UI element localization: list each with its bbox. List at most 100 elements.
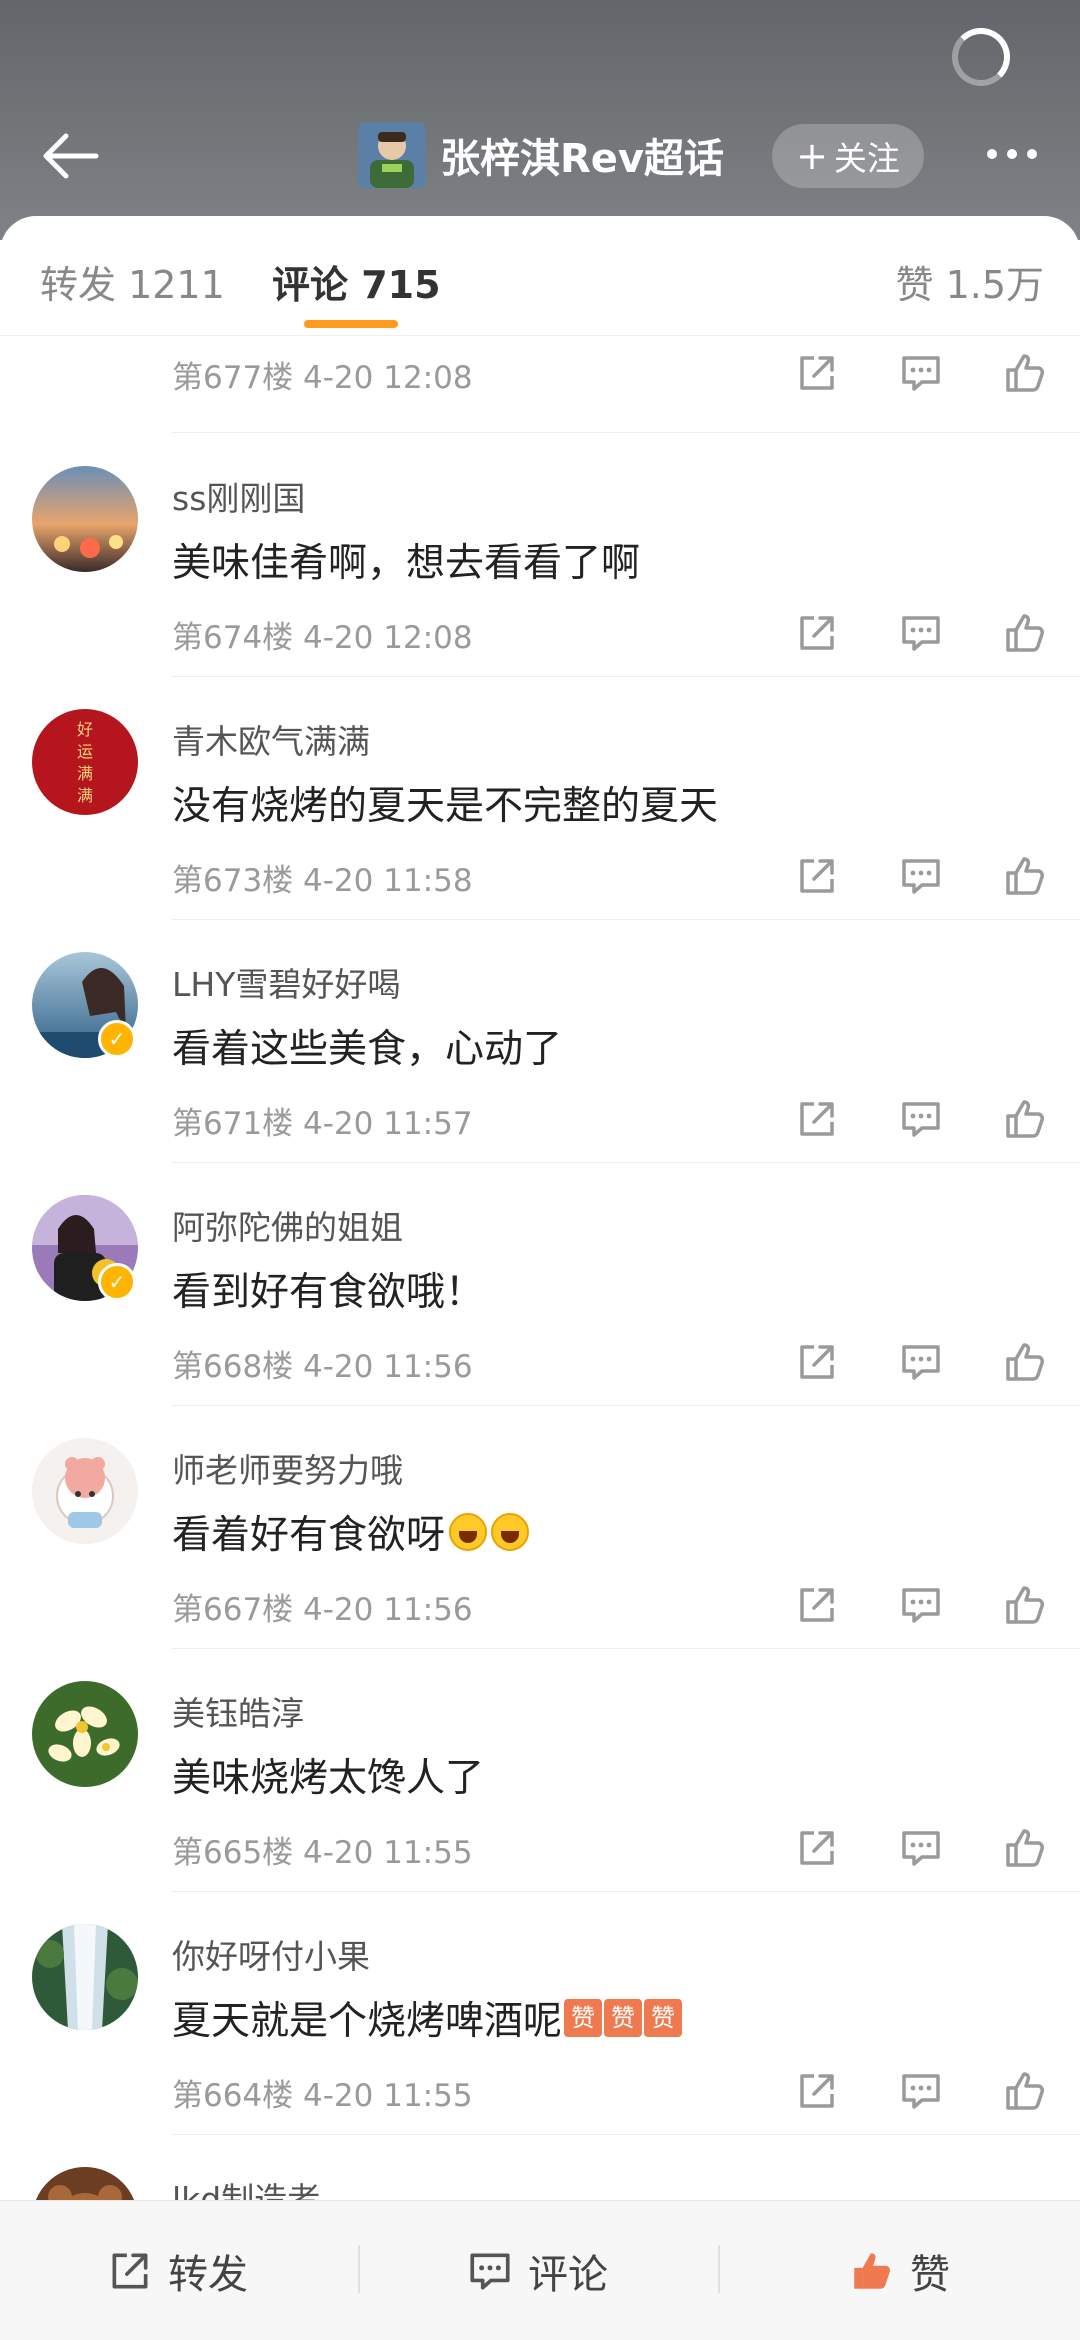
share-icon[interactable] (794, 350, 840, 396)
reply-icon[interactable] (898, 350, 944, 396)
top-bar: 张梓淇Rev超话 + 关注 (0, 110, 1080, 200)
bottom-action-bar: 转发 评论 赞 (0, 2200, 1080, 2340)
comment-actions (772, 2060, 1052, 2120)
thumbs-up-icon[interactable] (1002, 1339, 1048, 1385)
comment-actions (772, 1331, 1052, 1391)
avatar[interactable]: 好运满满 (32, 709, 138, 815)
share-icon[interactable] (794, 1825, 840, 1871)
thumbs-up-icon[interactable] (1002, 610, 1048, 656)
loading-spinner-icon (952, 28, 1010, 86)
share-icon[interactable] (794, 1339, 840, 1385)
more-dot-icon (1007, 149, 1017, 159)
comment-author[interactable]: 师老师要努力哦 (172, 1444, 403, 1492)
thumbs-up-icon[interactable] (1002, 1825, 1048, 1871)
comment-button[interactable]: 评论 (466, 2201, 1080, 2340)
topic-title-group[interactable]: 张梓淇Rev超话 (358, 122, 724, 188)
reply-icon[interactable] (898, 1339, 944, 1385)
comment-text-content: 看着好有食欲呀 (172, 1513, 446, 1558)
comment-actions (772, 845, 1052, 905)
thumbs-up-icon[interactable] (1002, 1582, 1048, 1628)
comment-floor-time: 第664楼 4-20 11:55 (172, 2078, 473, 2114)
comment-item: ss刚刚国 美味佳肴啊，想去看看了啊 第674楼 4-20 12:08 (0, 434, 1080, 677)
share-icon[interactable] (794, 2068, 840, 2114)
reply-icon[interactable] (898, 1582, 944, 1628)
tab-repost[interactable]: 转发 1211 (40, 254, 225, 309)
comment-author[interactable]: 阿弥陀佛的姐姐 (172, 1201, 403, 1249)
comment-actions (772, 602, 1052, 662)
comment-label: 评论 (528, 2252, 608, 2298)
share-icon[interactable] (794, 853, 840, 899)
comment-author[interactable]: ss刚刚国 (172, 472, 305, 520)
comment-text: 夏天就是个烧烤啤酒呢赞赞赞 (172, 1990, 683, 2046)
comment-item: 你好呀付小果 夏天就是个烧烤啤酒呢赞赞赞 第664楼 4-20 11:55 (0, 1892, 1080, 2135)
like-sticker: 赞 (564, 1999, 603, 2037)
svg-text:运: 运 (77, 742, 93, 761)
reply-icon[interactable] (898, 1825, 944, 1871)
comment-text: 美味烧烤太馋人了 (172, 1747, 484, 1803)
comment-actions (772, 342, 1052, 402)
comment-floor-time: 第667楼 4-20 11:56 (172, 1592, 473, 1628)
thumbs-up-icon[interactable] (1002, 350, 1048, 396)
comment-meta-row: 第664楼 4-20 11:55 (172, 2060, 1052, 2120)
thumbs-up-icon[interactable] (1002, 2068, 1048, 2114)
more-dot-icon (987, 149, 997, 159)
comment-text-content: 美味烧烤太馋人了 (172, 1756, 485, 1801)
topic-avatar (358, 122, 426, 188)
comment-floor-time: 第677楼 4-20 12:08 (172, 360, 473, 396)
comment-author[interactable]: 青木欧气满满 (172, 715, 370, 763)
like-sticker: 赞 (604, 1999, 643, 2037)
tab-bar: 转发 1211 评论 715 赞 1.5万 (0, 216, 1080, 336)
comment-author[interactable]: 你好呀付小果 (172, 1930, 370, 1978)
verified-badge-icon: ✓ (98, 1263, 136, 1301)
comment-item: ✓ LHY雪碧好好喝 看着这些美食，心动了 第671楼 4-20 11:57 (0, 920, 1080, 1163)
comment-floor-time: 第671楼 4-20 11:57 (172, 1106, 473, 1142)
comment-text: 没有烧烤的夏天是不完整的夏天 (172, 775, 718, 831)
comment-floor-time: 第665楼 4-20 11:55 (172, 1835, 473, 1871)
thumbs-up-icon[interactable] (1002, 1096, 1048, 1142)
follow-label: 关注 (833, 139, 900, 178)
comment-text: 看到好有食欲哦！ (172, 1261, 484, 1317)
reply-icon[interactable] (898, 610, 944, 656)
comment-actions (772, 1817, 1052, 1877)
comment-actions (772, 1574, 1052, 1634)
comment-meta-row: 第667楼 4-20 11:56 (172, 1574, 1052, 1634)
avatar[interactable] (32, 1924, 138, 2030)
avatar[interactable] (32, 1438, 138, 1544)
share-icon[interactable] (794, 1096, 840, 1142)
comment-author[interactable]: 美钰皓淳 (172, 1687, 304, 1735)
page-title: 张梓淇Rev超话 (440, 136, 725, 182)
tab-likes[interactable]: 赞 1.5万 (895, 254, 1044, 309)
active-tab-indicator (304, 320, 398, 328)
laughing-face-icon (491, 1513, 530, 1551)
share-icon[interactable] (794, 610, 840, 656)
reply-icon[interactable] (898, 853, 944, 899)
svg-text:好: 好 (77, 720, 93, 739)
comment-item: ✓ 阿弥陀佛的姐姐 看到好有食欲哦！ 第668楼 4-20 11:56 (0, 1163, 1080, 1406)
comment-meta-row: 第668楼 4-20 11:56 (172, 1331, 1052, 1391)
avatar[interactable] (32, 466, 138, 572)
separator (718, 2245, 720, 2293)
comment-meta-row: 第673楼 4-20 11:58 (172, 845, 1052, 905)
repost-button[interactable]: 转发 (106, 2201, 248, 2340)
follow-button[interactable]: + 关注 (772, 124, 924, 188)
comment-icon (470, 2253, 510, 2290)
comment-text-content: 夏天就是个烧烤啤酒呢 (172, 1999, 563, 2044)
divider (172, 432, 1080, 433)
comment-text-content: 美味佳肴啊，想去看看了啊 (172, 541, 641, 586)
back-button[interactable] (36, 128, 108, 184)
header-background: 张梓淇Rev超话 + 关注 (0, 0, 1080, 240)
thumbs-up-icon[interactable] (1002, 853, 1048, 899)
comment-author[interactable]: LHY雪碧好好喝 (172, 958, 400, 1006)
comment-text: 看着这些美食，心动了 (172, 1018, 562, 1074)
like-button[interactable]: 赞 (848, 2201, 950, 2340)
share-icon[interactable] (794, 1582, 840, 1628)
avatar[interactable] (32, 1681, 138, 1787)
like-label: 赞 (910, 2252, 950, 2298)
laughing-face-icon (449, 1513, 488, 1551)
comment-actions (772, 1088, 1052, 1148)
reply-icon[interactable] (898, 1096, 944, 1142)
more-options-button[interactable] (976, 134, 1048, 174)
comment-text-content: 看到好有食欲哦！ (172, 1270, 485, 1315)
reply-icon[interactable] (898, 2068, 944, 2114)
comment-text-content: 没有烧烤的夏天是不完整的夏天 (172, 784, 719, 829)
